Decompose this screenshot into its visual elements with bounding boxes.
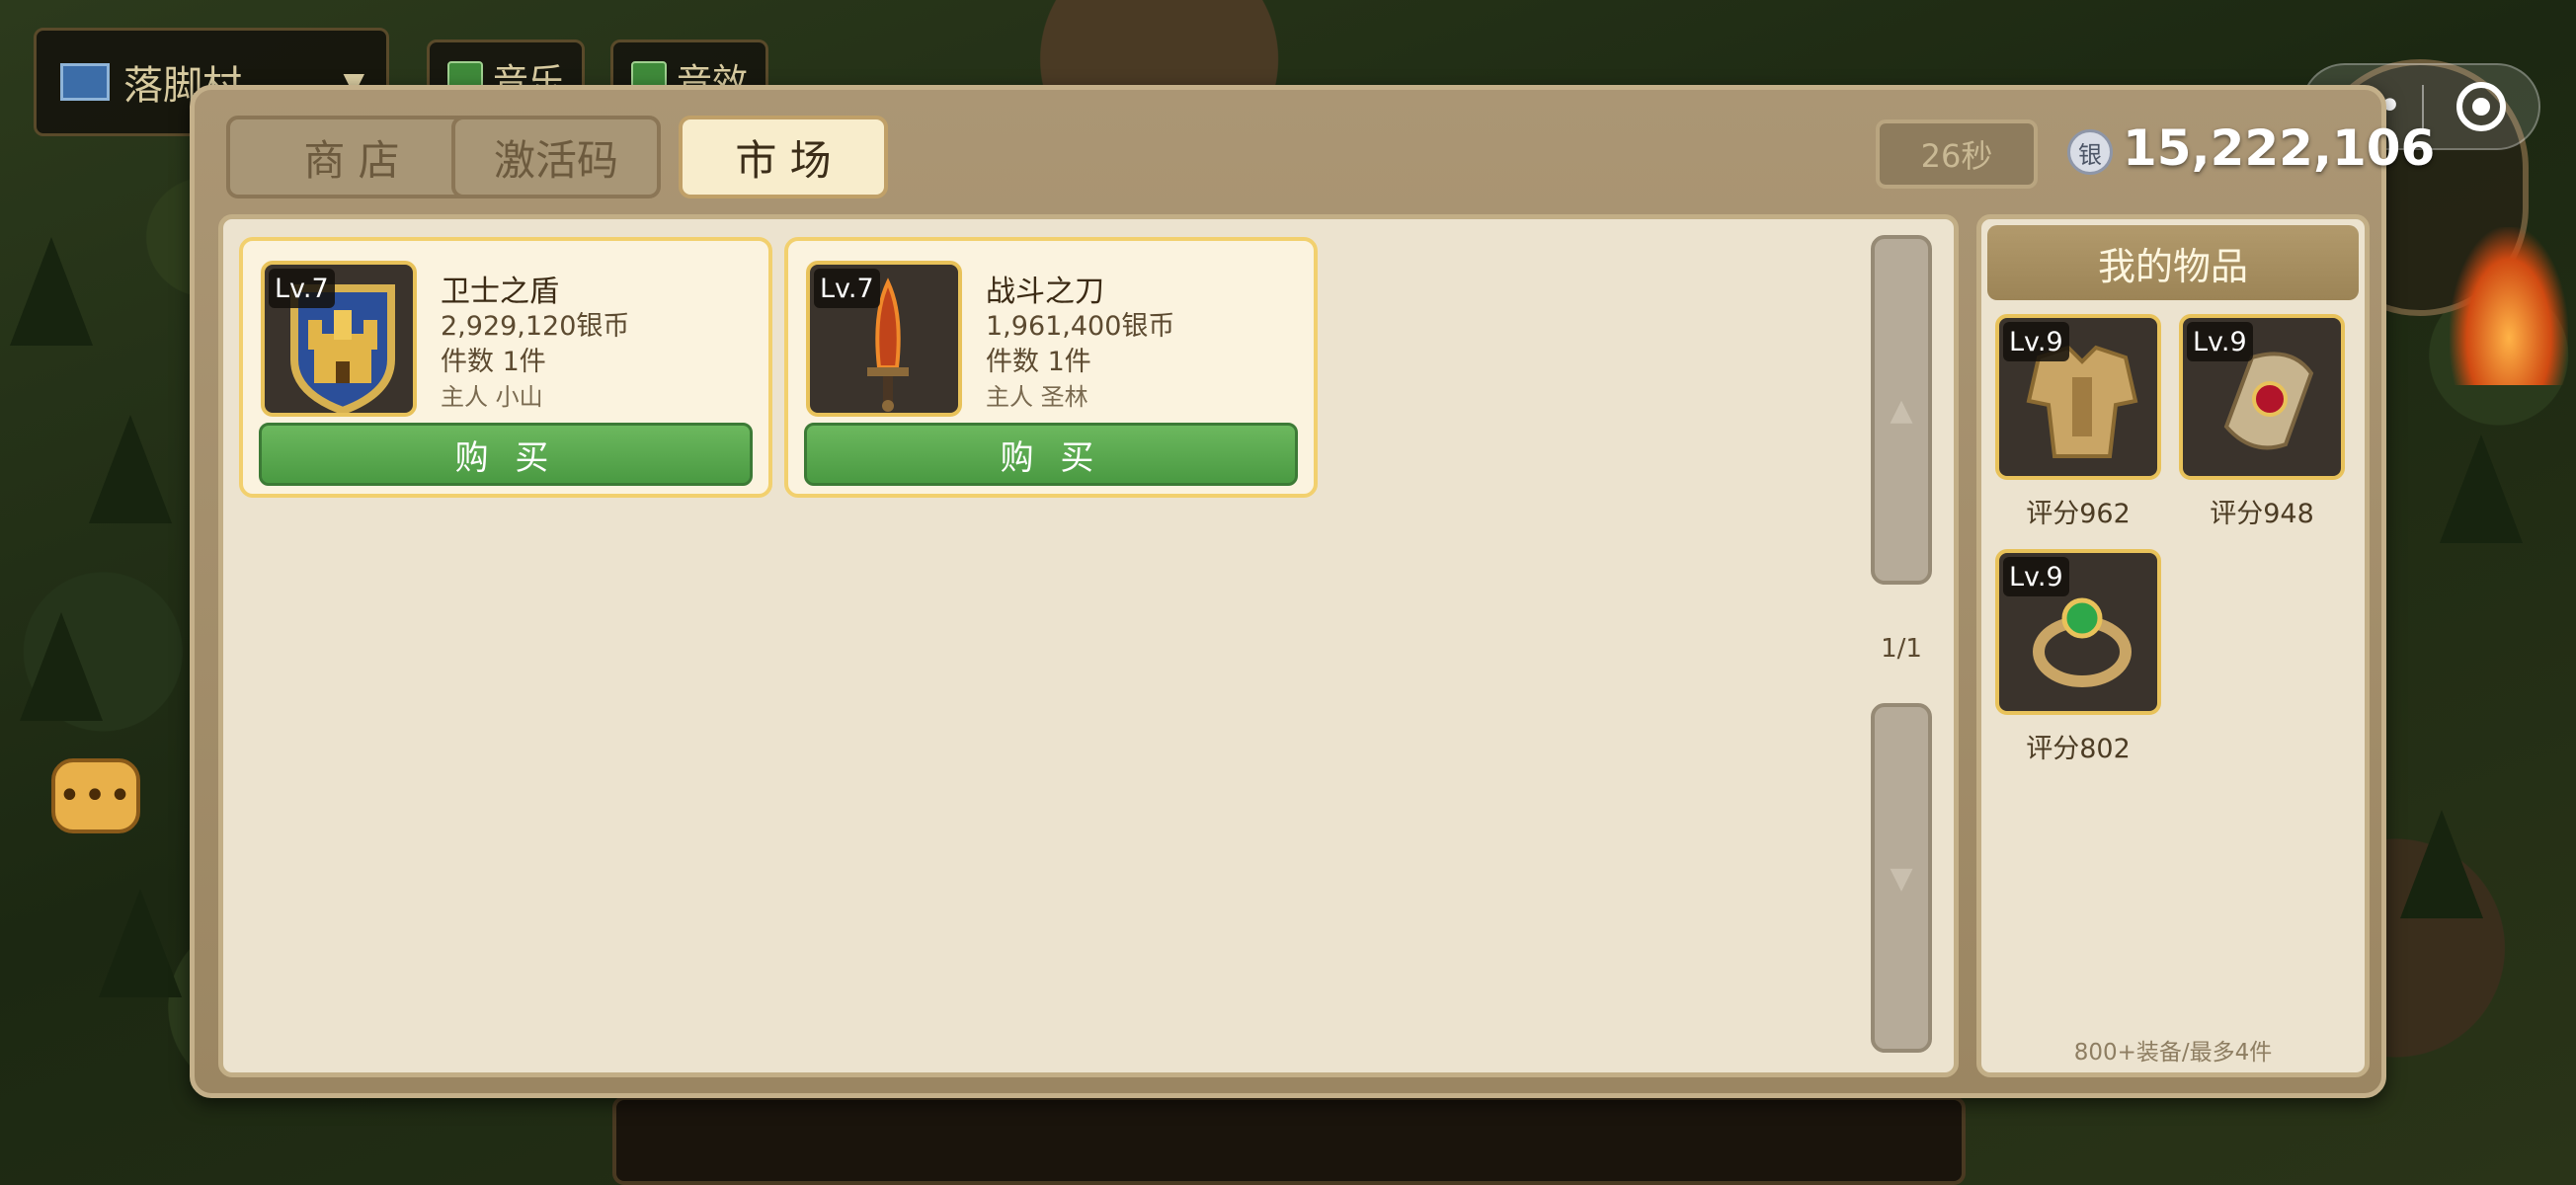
item-score: 评分948 bbox=[2210, 499, 2314, 529]
item-score: 评分802 bbox=[2026, 734, 2131, 764]
market-dialog: 商 店 激活码 市 场 26秒 银 15,222,106 Lv.7 卫士之盾 2… bbox=[190, 85, 2435, 1098]
tree-decoration bbox=[20, 612, 103, 721]
tree-decoration bbox=[99, 889, 182, 997]
capacity-note: 800+装备/最多4件 bbox=[2073, 1040, 2273, 1066]
item-score: 评分962 bbox=[2026, 499, 2131, 529]
tree-decoration bbox=[89, 415, 172, 523]
map-icon bbox=[60, 63, 110, 101]
tab-activation-code[interactable]: 激活码 bbox=[451, 116, 661, 198]
buy-button[interactable]: 购 买 bbox=[259, 423, 753, 486]
my-items-panel: 我的物品 Lv.9 评分962 Lv.9 评分948 Lv.9 评分802 80… bbox=[1976, 214, 2370, 1077]
flame-dagger-icon[interactable]: Lv.7 bbox=[806, 261, 962, 417]
target-close-icon bbox=[2456, 82, 2506, 131]
arrow-up-icon: ▲ bbox=[1890, 392, 1913, 428]
my-items-title: 我的物品 bbox=[1987, 225, 2359, 300]
tab-shop[interactable]: 商 店 bbox=[226, 116, 477, 198]
castle-shield-icon[interactable]: Lv.7 bbox=[261, 261, 417, 417]
level-badge: Lv.7 bbox=[269, 269, 335, 308]
tree-decoration bbox=[10, 237, 93, 346]
scroll-up-button[interactable]: ▲ bbox=[1871, 235, 1932, 585]
tab-market[interactable]: 市 场 bbox=[679, 116, 888, 198]
item-quantity: 件数 1件 bbox=[986, 347, 1091, 377]
silver-balance: 15,222,106 bbox=[2123, 119, 2436, 177]
item-price: 2,929,120银币 bbox=[441, 311, 630, 342]
emerald-ring-icon[interactable]: Lv.9 bbox=[1995, 549, 2161, 715]
arrow-down-icon: ▼ bbox=[1890, 860, 1913, 896]
scroll-down-button[interactable]: ▼ bbox=[1871, 703, 1932, 1053]
ruby-bracer-icon[interactable]: Lv.9 bbox=[2179, 314, 2345, 480]
listing-card: Lv.7 卫士之盾 2,929,120银币 件数 1件 主人 小山 购 买 bbox=[239, 237, 772, 498]
bottom-toolbar bbox=[612, 1096, 1966, 1185]
item-owner: 主人 小山 bbox=[441, 383, 543, 411]
close-miniprogram-button[interactable] bbox=[2424, 82, 2538, 131]
item-quantity: 件数 1件 bbox=[441, 347, 546, 377]
level-badge: Lv.9 bbox=[2003, 557, 2069, 596]
item-owner: 主人 圣林 bbox=[986, 383, 1088, 411]
tree-decoration bbox=[2440, 434, 2523, 543]
buy-button[interactable]: 购 买 bbox=[804, 423, 1298, 486]
campfire-decoration bbox=[2450, 227, 2568, 385]
page-indicator: 1/1 bbox=[1881, 634, 1922, 664]
golden-armor-icon[interactable]: Lv.9 bbox=[1995, 314, 2161, 480]
item-price: 1,961,400银币 bbox=[986, 311, 1175, 342]
chat-bubble-icon[interactable]: ••• bbox=[51, 758, 140, 833]
silver-coin-icon: 银 bbox=[2067, 129, 2113, 175]
market-listings: Lv.7 卫士之盾 2,929,120银币 件数 1件 主人 小山 购 买 Lv… bbox=[218, 214, 1959, 1077]
refresh-timer: 26秒 bbox=[1876, 119, 2038, 189]
level-badge: Lv.9 bbox=[2187, 322, 2253, 361]
level-badge: Lv.7 bbox=[814, 269, 880, 308]
level-badge: Lv.9 bbox=[2003, 322, 2069, 361]
listing-card: Lv.7 战斗之刀 1,961,400银币 件数 1件 主人 圣林 购 买 bbox=[784, 237, 1318, 498]
tree-decoration bbox=[2400, 810, 2483, 918]
